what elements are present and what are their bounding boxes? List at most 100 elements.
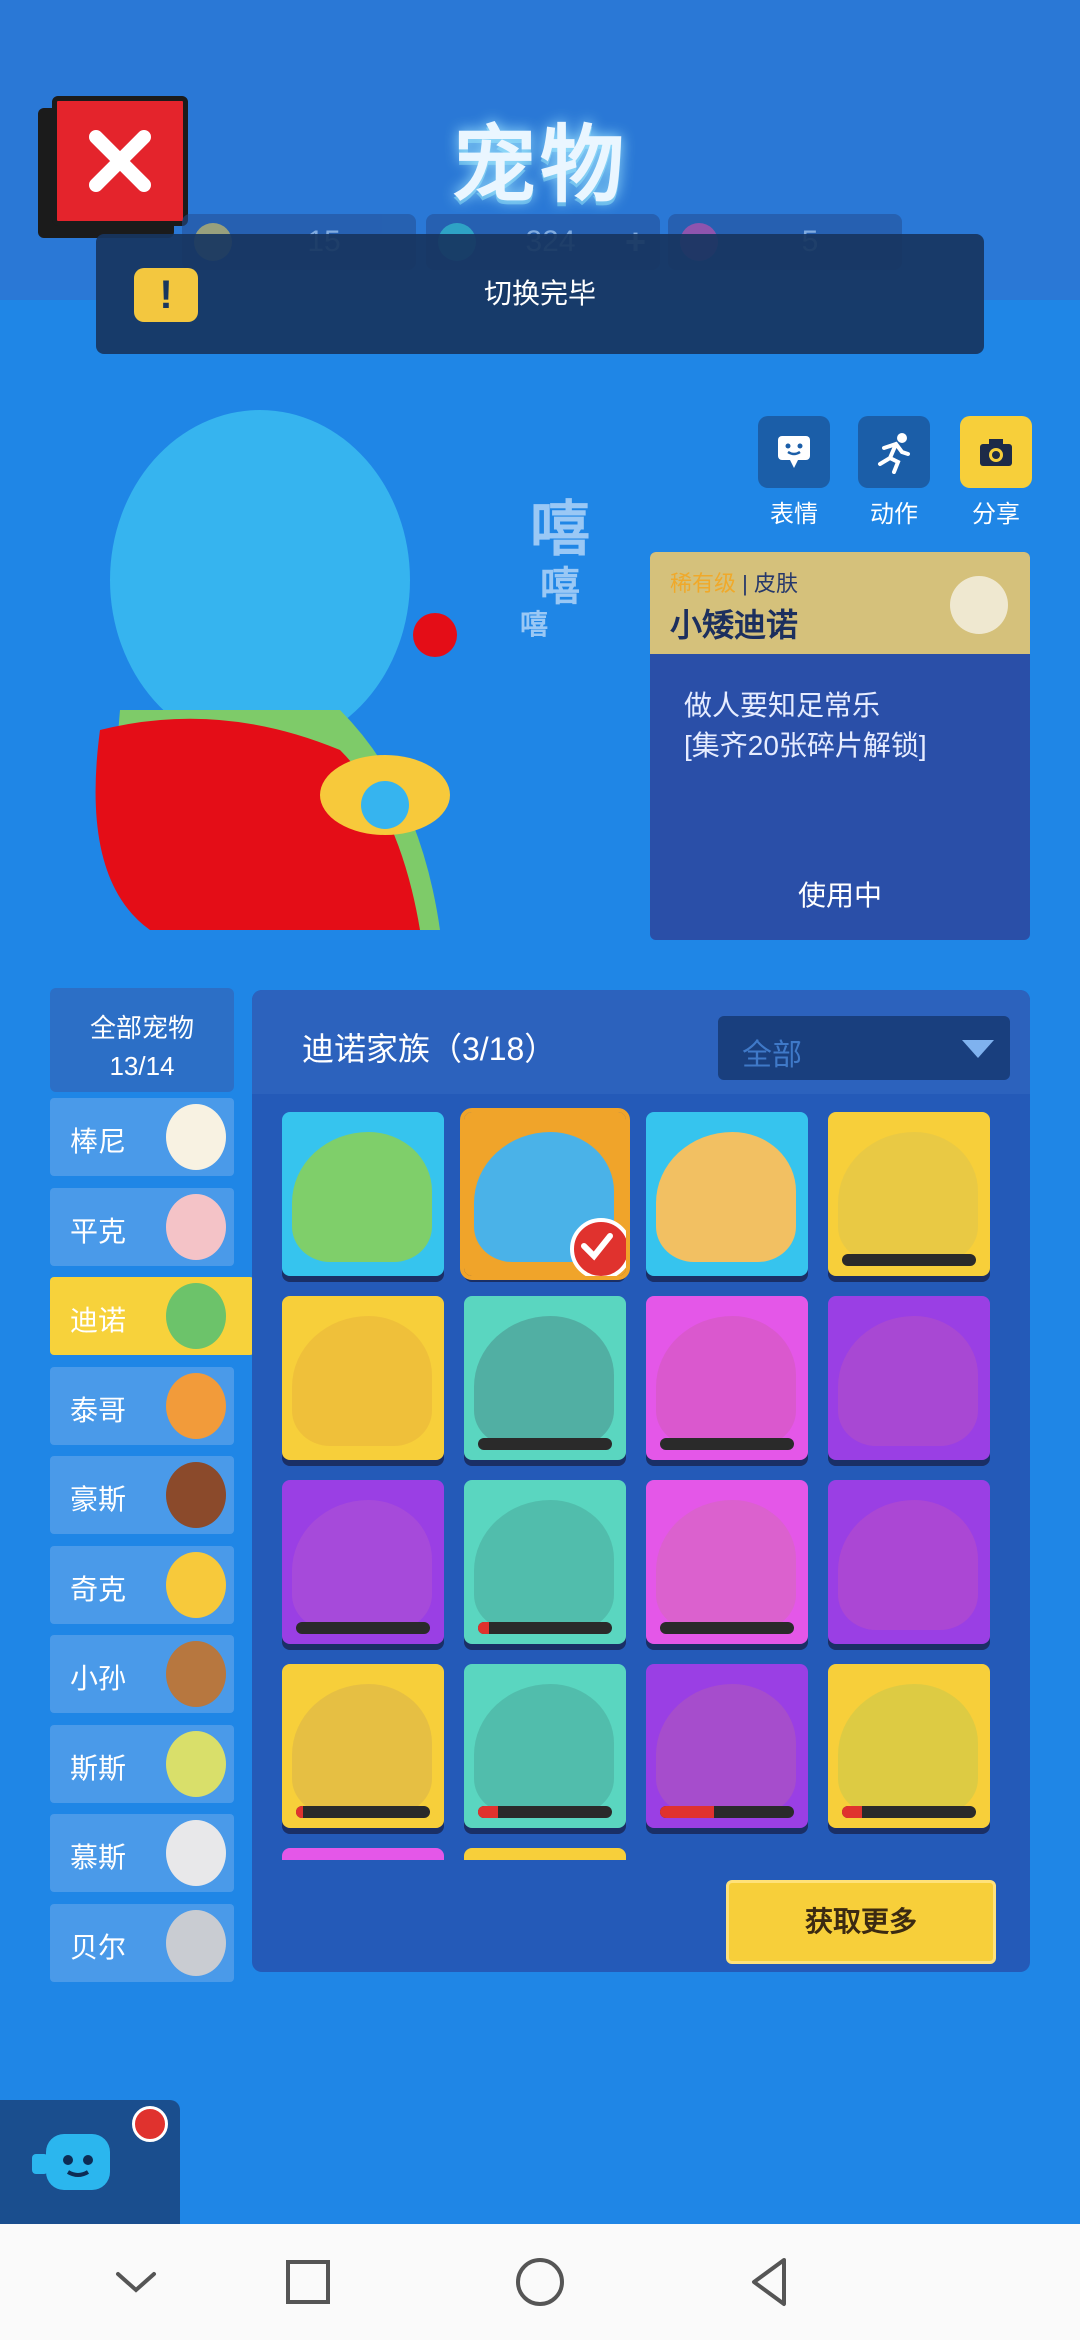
all-pets-label: 全部宠物 — [89, 1013, 194, 1043]
running-icon — [878, 433, 910, 474]
action-button[interactable] — [858, 416, 930, 488]
skin-tile[interactable] — [646, 1664, 808, 1828]
camera-icon — [980, 439, 1012, 466]
in-use-status: 使用中 — [797, 880, 882, 911]
fragment-progress-bar — [478, 1622, 612, 1634]
rarity-separator: | — [742, 571, 748, 596]
svg-text:嘻: 嘻 — [530, 495, 590, 565]
svg-text:嘻: 嘻 — [520, 608, 548, 641]
recents-icon[interactable] — [276, 2250, 340, 2314]
pet-name: 小孙 — [70, 1663, 127, 1694]
fragment-progress-bar — [478, 1806, 612, 1818]
dino-skin-icon — [474, 1684, 614, 1814]
pet-name: 奇克 — [70, 1573, 127, 1605]
share-button[interactable] — [960, 416, 1032, 488]
pet-avatar-icon — [166, 1551, 226, 1618]
pet-name: 豪斯 — [70, 1484, 127, 1515]
skin-tile-partial[interactable] — [282, 1848, 444, 1860]
pet-avatar-icon — [166, 1909, 226, 1976]
skin-tile[interactable] — [464, 1480, 626, 1644]
pet-avatar-icon — [166, 1283, 226, 1349]
dino-skin-icon — [292, 1500, 432, 1630]
skin-tile[interactable] — [646, 1296, 808, 1460]
pet-avatar-icon — [166, 1193, 226, 1260]
notification-dot — [132, 2106, 168, 2142]
fragment-progress-bar — [842, 1254, 976, 1266]
fragment-progress-bar — [842, 1806, 976, 1818]
all-pets-count: 13/14 — [109, 1051, 175, 1081]
skin-tile-partial[interactable] — [464, 1848, 626, 1860]
skin-tile[interactable] — [828, 1296, 990, 1460]
skin-tile[interactable] — [282, 1296, 444, 1460]
skin-tile[interactable] — [828, 1480, 990, 1644]
skin-tile[interactable] — [646, 1112, 808, 1276]
pet-character-illustration: 嘻 嘻 嘻 — [95, 410, 590, 930]
fragment-progress-bar — [660, 1438, 794, 1450]
dino-skin-icon — [474, 1316, 614, 1446]
back-icon[interactable] — [738, 2250, 802, 2314]
pet-item-3[interactable]: 迪诺 — [50, 1277, 266, 1355]
dino-skin-icon — [656, 1684, 796, 1814]
dino-skin-icon — [838, 1316, 978, 1446]
filter-dropdown[interactable]: 全部 — [718, 1016, 1010, 1080]
fragment-progress-bar — [478, 1438, 612, 1450]
dino-skin-icon — [292, 1132, 432, 1262]
skin-tile[interactable] — [282, 1112, 444, 1276]
pet-avatar-icon — [166, 1641, 226, 1707]
pet-name: 贝尔 — [70, 1931, 127, 1963]
pet-item-7[interactable]: 小孙 — [50, 1635, 234, 1713]
emote-button[interactable] — [758, 416, 830, 488]
pet-name: 棒尼 — [70, 1126, 127, 1157]
rarity-line: 稀有级 | 皮肤 — [670, 566, 798, 598]
dino-skin-icon — [656, 1132, 796, 1262]
chevron-down-icon[interactable] — [104, 2250, 168, 2314]
skin-tile[interactable] — [646, 1480, 808, 1644]
fragment-progress-bar — [296, 1622, 430, 1634]
dino-skin-icon — [292, 1316, 432, 1446]
dino-skin-icon — [656, 1316, 796, 1446]
pet-item-5[interactable]: 豪斯 — [50, 1456, 234, 1534]
dino-skin-icon — [292, 1684, 432, 1814]
skin-tile[interactable] — [828, 1664, 990, 1828]
skin-tile[interactable] — [282, 1480, 444, 1644]
chevron-down-icon — [962, 1040, 994, 1058]
system-navbar — [0, 2224, 1080, 2340]
pet-item-9[interactable]: 慕斯 — [50, 1814, 234, 1892]
chat-robot-icon — [32, 2134, 110, 2190]
skin-name: 小矮迪诺 — [670, 607, 799, 643]
skin-tile[interactable] — [464, 1296, 626, 1460]
pet-avatar-icon — [166, 1730, 226, 1797]
unlock-icon — [950, 576, 1008, 634]
dino-skin-icon — [838, 1500, 978, 1630]
get-more-button[interactable]: 获取更多 — [726, 1880, 996, 1964]
pet-avatar-icon — [166, 1372, 226, 1439]
rarity-label: 稀有级 — [670, 571, 737, 596]
pet-avatar-icon — [166, 1104, 226, 1170]
pet-avatar-icon — [166, 1820, 226, 1886]
filter-value: 全部 — [742, 1039, 802, 1072]
skin-tile[interactable] — [464, 1664, 626, 1828]
dino-skin-icon — [656, 1500, 796, 1630]
speech-bubble-icon — [778, 436, 810, 468]
pet-item-10[interactable]: 贝尔 — [50, 1903, 234, 1982]
skin-tile[interactable] — [282, 1664, 444, 1828]
skin-tile[interactable] — [828, 1112, 990, 1276]
pet-item-8[interactable]: 斯斯 — [50, 1724, 234, 1803]
dino-skin-icon — [474, 1500, 614, 1630]
page-title: 宠物 — [451, 118, 628, 212]
fragment-progress-bar — [660, 1806, 794, 1818]
pet-name: 慕斯 — [70, 1842, 127, 1873]
pet-item-6[interactable]: 奇克 — [50, 1545, 234, 1624]
share-label: 分享 — [972, 501, 1020, 528]
pet-name: 平克 — [70, 1215, 127, 1247]
all-pets-tab[interactable]: 全部宠物 13/14 — [50, 988, 234, 1092]
pet-name: 迪诺 — [70, 1305, 127, 1336]
pet-item-4[interactable]: 泰哥 — [50, 1366, 234, 1445]
skin-tile[interactable] — [460, 1108, 630, 1280]
pet-item-1[interactable]: 棒尼 — [50, 1098, 234, 1176]
skin-type-label: 皮肤 — [753, 571, 798, 596]
home-icon[interactable] — [508, 2250, 572, 2314]
pet-item-2[interactable]: 平克 — [50, 1187, 234, 1266]
dino-skin-icon — [838, 1684, 978, 1814]
pet-name: 泰哥 — [70, 1394, 127, 1426]
